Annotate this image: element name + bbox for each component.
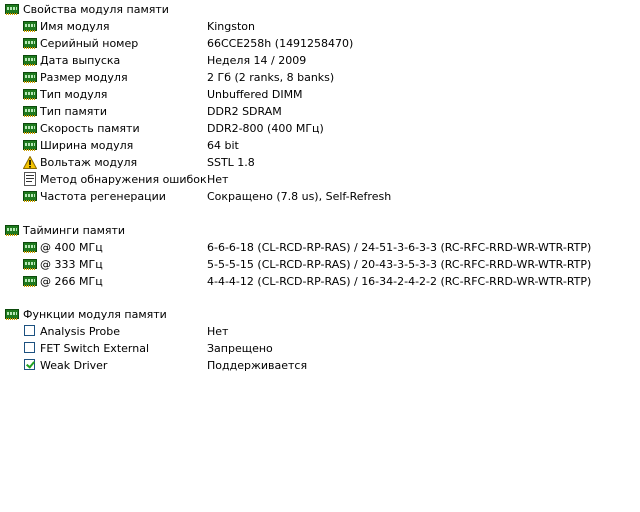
memory-module-icon (23, 72, 37, 83)
property-row-manufacture-date[interactable]: Дата выпуска Неделя 14 / 2009 (0, 52, 640, 69)
property-value: 66CCE258h (1491258470) (207, 37, 354, 50)
weak-driver-checkbox[interactable] (24, 359, 35, 370)
property-row-module-size[interactable]: Размер модуля 2 Гб (2 ranks, 8 banks) (0, 69, 640, 86)
timing-row-333[interactable]: @ 333 МГц 5-5-5-15 (CL-RCD-RP-RAS) / 20-… (0, 256, 640, 273)
memory-module-icon (23, 106, 37, 117)
property-label: Тип модуля (40, 88, 108, 101)
property-row-module-type[interactable]: Тип модуля Unbuffered DIMM (0, 86, 640, 103)
memory-module-icon (23, 259, 37, 270)
section-header-functions[interactable]: Функции модуля памяти (0, 306, 640, 323)
function-row-analysis-probe[interactable]: Analysis Probe Нет (0, 323, 640, 340)
function-row-fet-switch[interactable]: FET Switch External Запрещено (0, 340, 640, 357)
timing-row-400[interactable]: @ 400 МГц 6-6-6-18 (CL-RCD-RP-RAS) / 24-… (0, 239, 640, 256)
property-value: Нет (207, 173, 229, 186)
analysis-probe-checkbox[interactable] (24, 325, 35, 336)
property-value: 64 bit (207, 139, 239, 152)
property-label: Частота регенерации (40, 190, 166, 203)
document-icon (24, 172, 36, 186)
function-value: Нет (207, 325, 229, 338)
timing-value: 4-4-4-12 (CL-RCD-RP-RAS) / 16-34-2-4-2-2… (207, 275, 592, 288)
property-value: DDR2-800 (400 МГц) (207, 122, 324, 135)
memory-module-icon (23, 140, 37, 151)
section-title: Свойства модуля памяти (23, 3, 169, 16)
property-label: Вольтаж модуля (40, 156, 138, 169)
property-value: Unbuffered DIMM (207, 88, 303, 101)
property-label: Тип памяти (40, 105, 107, 118)
memory-module-icon (23, 276, 37, 287)
property-value: Сокращено (7.8 us), Self-Refresh (207, 190, 392, 203)
timing-label: @ 266 МГц (40, 275, 103, 288)
property-value: Неделя 14 / 2009 (207, 54, 307, 67)
property-label: Скорость памяти (40, 122, 140, 135)
timing-label: @ 333 МГц (40, 258, 103, 271)
function-label: Analysis Probe (40, 325, 121, 338)
property-label: Размер модуля (40, 71, 128, 84)
function-label: FET Switch External (40, 342, 149, 355)
property-value: SSTL 1.8 (207, 156, 255, 169)
function-value: Запрещено (207, 342, 273, 355)
property-label: Метод обнаружения ошибок (40, 173, 207, 186)
function-row-weak-driver[interactable]: Weak Driver Поддерживается (0, 357, 640, 374)
property-label: Ширина модуля (40, 139, 134, 152)
function-label: Weak Driver (40, 359, 108, 372)
fet-switch-checkbox[interactable] (24, 342, 35, 353)
section-title: Тайминги памяти (23, 224, 126, 237)
memory-module-icon (23, 242, 37, 253)
timing-row-266[interactable]: @ 266 МГц 4-4-4-12 (CL-RCD-RP-RAS) / 16-… (0, 273, 640, 290)
property-row-module-voltage[interactable]: Вольтаж модуля SSTL 1.8 (0, 154, 640, 171)
memory-module-icon (23, 191, 37, 202)
property-label: Серийный номер (40, 37, 139, 50)
memory-module-icon (23, 38, 37, 49)
section-title: Функции модуля памяти (23, 308, 167, 321)
property-value: Kingston (207, 20, 255, 33)
memory-module-icon (23, 55, 37, 66)
property-value: DDR2 SDRAM (207, 105, 282, 118)
property-row-module-name[interactable]: Имя модуля Kingston (0, 18, 640, 35)
section-header-timings[interactable]: Тайминги памяти (0, 222, 640, 239)
timing-label: @ 400 МГц (40, 241, 103, 254)
section-header-module-props[interactable]: Свойства модуля памяти (0, 1, 640, 18)
property-row-module-width[interactable]: Ширина модуля 64 bit (0, 137, 640, 154)
memory-module-icon (23, 89, 37, 100)
timing-value: 5-5-5-15 (CL-RCD-RP-RAS) / 20-43-3-5-3-3… (207, 258, 592, 271)
property-row-error-detection[interactable]: Метод обнаружения ошибок Нет (0, 171, 640, 188)
warning-icon (23, 156, 37, 169)
property-value: 2 Гб (2 ranks, 8 banks) (207, 71, 335, 84)
property-label: Имя модуля (40, 20, 110, 33)
property-row-memory-speed[interactable]: Скорость памяти DDR2-800 (400 МГц) (0, 120, 640, 137)
memory-module-icon (23, 21, 37, 32)
memory-module-icon (5, 225, 19, 236)
property-label: Дата выпуска (40, 54, 121, 67)
property-row-serial[interactable]: Серийный номер 66CCE258h (1491258470) (0, 35, 640, 52)
memory-module-icon (5, 309, 19, 320)
property-row-memory-type[interactable]: Тип памяти DDR2 SDRAM (0, 103, 640, 120)
timing-value: 6-6-6-18 (CL-RCD-RP-RAS) / 24-51-3-6-3-3… (207, 241, 592, 254)
property-row-refresh-rate[interactable]: Частота регенерации Сокращено (7.8 us), … (0, 188, 640, 205)
memory-module-icon (5, 4, 19, 15)
function-value: Поддерживается (207, 359, 308, 372)
memory-module-icon (23, 123, 37, 134)
